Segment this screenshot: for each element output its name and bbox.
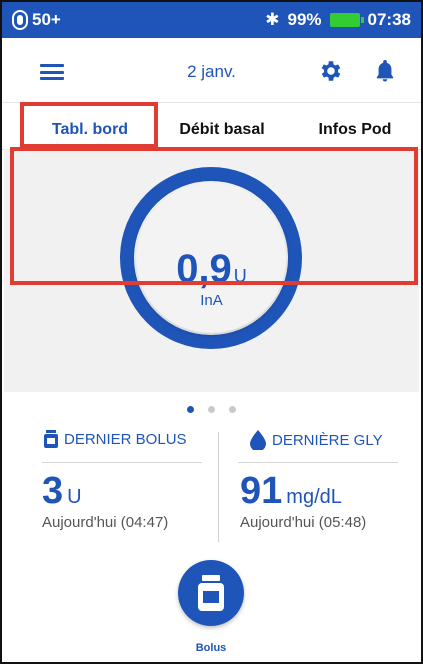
panel-highlight-box: [10, 147, 418, 285]
bolus-divider: [42, 462, 202, 463]
app-header: 2 janv.: [2, 38, 421, 102]
last-bolus-title: DERNIER BOLUS: [44, 430, 187, 448]
battery-percent: 99%: [287, 10, 322, 29]
last-bolus-time: Aujourd'hui (04:47): [42, 514, 169, 531]
pod-reading: 50+: [32, 10, 61, 29]
last-bolus-number: 3: [42, 470, 64, 512]
last-gly-title: DERNIÈRE GLY: [250, 430, 383, 450]
tab-basal-rate[interactable]: Débit basal: [172, 121, 272, 139]
clock: 07:38: [367, 10, 411, 29]
bell-icon[interactable]: [374, 58, 396, 84]
last-gly-number: 91: [240, 470, 283, 512]
last-gly-value: 91 mg/dL: [240, 470, 342, 513]
drop-icon: [250, 430, 266, 450]
gear-icon[interactable]: [318, 58, 344, 84]
iob-label: InA: [200, 292, 223, 309]
vial-icon: [198, 575, 224, 611]
status-bar: 50+ ✱ 99% 07:38: [2, 2, 421, 38]
last-bolus-value: 3U: [42, 470, 82, 513]
tab-highlight-box: [20, 102, 158, 148]
last-gly-time: Aujourd'hui (05:48): [240, 514, 367, 531]
app-frame: 50+ ✱ 99% 07:38 2 janv. Tabl. bord Débit…: [0, 0, 423, 664]
last-bolus-label: DERNIER BOLUS: [64, 430, 187, 448]
last-gly-label: DERNIÈRE GLY: [272, 431, 383, 449]
bolus-button-label: Bolus: [195, 642, 227, 654]
pod-icon: [12, 10, 28, 30]
status-left: 50+: [12, 10, 61, 30]
bolus-button[interactable]: [178, 560, 244, 626]
page-dot-3[interactable]: [229, 406, 237, 413]
bluetooth-icon: ✱: [265, 10, 280, 29]
header-date: 2 janv.: [187, 62, 236, 81]
vial-icon: [44, 430, 58, 448]
last-gly-unit: mg/dL: [286, 486, 342, 508]
tab-pod-info[interactable]: Infos Pod: [310, 121, 400, 139]
page-dot-1[interactable]: [186, 406, 194, 413]
gly-divider: [238, 462, 398, 463]
page-indicator: [2, 400, 421, 418]
battery-icon: [329, 13, 364, 27]
page-dot-2[interactable]: [208, 406, 215, 413]
column-divider: [218, 432, 219, 542]
status-right: ✱ 99% 07:38: [265, 10, 411, 30]
last-bolus-unit: U: [67, 486, 82, 508]
